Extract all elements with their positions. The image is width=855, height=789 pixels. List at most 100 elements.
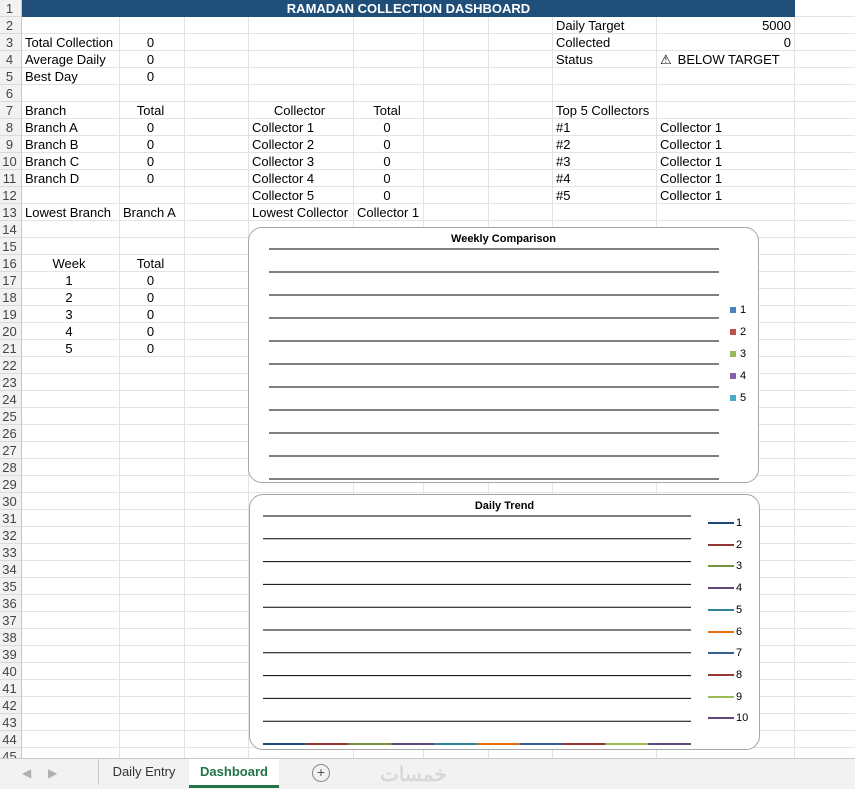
scroll-right-icon[interactable]: ▶ — [48, 766, 57, 780]
tab-dashboard[interactable]: Dashboard — [189, 759, 279, 788]
collector-total[interactable]: 0 — [354, 170, 420, 187]
row-header[interactable]: 16 — [0, 255, 22, 272]
average-daily-label[interactable]: Average Daily — [22, 51, 119, 68]
row-header[interactable]: 45 — [0, 748, 22, 758]
tab-daily-entry[interactable]: Daily Entry — [98, 759, 190, 785]
collector-name[interactable]: Collector 5 — [249, 187, 353, 204]
scroll-left-icon[interactable]: ◀ — [22, 766, 31, 780]
row-header[interactable]: 10 — [0, 153, 22, 170]
daily-trend-chart[interactable]: Daily Trend 1 2 3 4 5 6 7 8 9 10 — [249, 494, 760, 750]
top5-collector[interactable]: Collector 1 — [657, 136, 794, 153]
spreadsheet-grid[interactable]: 1 2 3 4 5 6 7 8 9 10 11 12 13 14 15 16 17 18 19 20 21 22 23 24 2… — [0, 0, 855, 758]
row-header[interactable]: 23 — [0, 374, 22, 391]
collector-header[interactable]: Collector — [249, 102, 350, 119]
row-header[interactable]: 1 — [0, 0, 22, 17]
branch-name[interactable]: Branch D — [22, 170, 119, 187]
row-header[interactable]: 18 — [0, 289, 22, 306]
row-header[interactable]: 9 — [0, 136, 22, 153]
week-total-header[interactable]: Total — [120, 255, 181, 272]
week-header[interactable]: Week — [22, 255, 116, 272]
collector-name[interactable]: Collector 1 — [249, 119, 353, 136]
row-header[interactable]: 41 — [0, 680, 22, 697]
weekly-comparison-chart[interactable]: Weekly Comparison 1 2 3 4 5 — [248, 227, 759, 483]
top5-collector[interactable]: Collector 1 — [657, 153, 794, 170]
week-total[interactable]: 0 — [120, 306, 181, 323]
top5-rank[interactable]: #1 — [553, 119, 656, 136]
top5-rank[interactable]: #4 — [553, 170, 656, 187]
top5-collector[interactable]: Collector 1 — [657, 187, 794, 204]
add-sheet-icon[interactable]: + — [312, 764, 330, 782]
top5-collector[interactable]: Collector 1 — [657, 170, 794, 187]
top5-rank[interactable]: #5 — [553, 187, 656, 204]
collector-total-header[interactable]: Total — [354, 102, 420, 119]
daily-target-value[interactable]: 5000 — [657, 17, 794, 34]
collector-total[interactable]: 0 — [354, 187, 420, 204]
best-day-label[interactable]: Best Day — [22, 68, 119, 85]
branch-total-header[interactable]: Total — [120, 102, 181, 119]
week-number[interactable]: 1 — [22, 272, 116, 289]
collector-total[interactable]: 0 — [354, 153, 420, 170]
row-header[interactable]: 27 — [0, 442, 22, 459]
collector-name[interactable]: Collector 3 — [249, 153, 353, 170]
row-header[interactable]: 37 — [0, 612, 22, 629]
row-header[interactable]: 33 — [0, 544, 22, 561]
collector-total[interactable]: 0 — [354, 136, 420, 153]
lowest-branch-label[interactable]: Lowest Branch — [22, 204, 119, 221]
row-header[interactable]: 7 — [0, 102, 22, 119]
average-daily-value[interactable]: 0 — [120, 51, 181, 68]
row-header[interactable]: 2 — [0, 17, 22, 34]
total-collection-value[interactable]: 0 — [120, 34, 181, 51]
row-header[interactable]: 28 — [0, 459, 22, 476]
week-total[interactable]: 0 — [120, 323, 181, 340]
branch-header[interactable]: Branch — [22, 102, 119, 119]
row-header[interactable]: 3 — [0, 34, 22, 51]
best-day-value[interactable]: 0 — [120, 68, 181, 85]
total-collection-label[interactable]: Total Collection — [22, 34, 119, 51]
branch-name[interactable]: Branch B — [22, 136, 119, 153]
collector-name[interactable]: Collector 2 — [249, 136, 353, 153]
row-header[interactable]: 4 — [0, 51, 22, 68]
collected-value[interactable]: 0 — [657, 34, 794, 51]
week-total[interactable]: 0 — [120, 289, 181, 306]
top5-rank[interactable]: #2 — [553, 136, 656, 153]
row-header[interactable]: 15 — [0, 238, 22, 255]
row-header[interactable]: 6 — [0, 85, 22, 102]
row-header[interactable]: 43 — [0, 714, 22, 731]
collected-label[interactable]: Collected — [553, 34, 656, 51]
top5-rank[interactable]: #3 — [553, 153, 656, 170]
branch-total[interactable]: 0 — [120, 119, 181, 136]
row-header[interactable]: 20 — [0, 323, 22, 340]
row-header[interactable]: 19 — [0, 306, 22, 323]
week-number[interactable]: 2 — [22, 289, 116, 306]
row-header[interactable]: 42 — [0, 697, 22, 714]
row-header[interactable]: 8 — [0, 119, 22, 136]
row-header[interactable]: 17 — [0, 272, 22, 289]
row-header[interactable]: 12 — [0, 187, 22, 204]
status-label[interactable]: Status — [553, 51, 656, 68]
row-header[interactable]: 39 — [0, 646, 22, 663]
row-header[interactable]: 36 — [0, 595, 22, 612]
week-number[interactable]: 3 — [22, 306, 116, 323]
row-header[interactable]: 34 — [0, 561, 22, 578]
branch-name[interactable]: Branch C — [22, 153, 119, 170]
lowest-collector-value[interactable]: Collector 1 — [354, 204, 423, 221]
week-number[interactable]: 5 — [22, 340, 116, 357]
week-total[interactable]: 0 — [120, 340, 181, 357]
row-header[interactable]: 31 — [0, 510, 22, 527]
row-header[interactable]: 14 — [0, 221, 22, 238]
row-header[interactable]: 26 — [0, 425, 22, 442]
branch-name[interactable]: Branch A — [22, 119, 119, 136]
row-header[interactable]: 13 — [0, 204, 22, 221]
status-value-cell[interactable]: ⚠ BELOW TARGET — [657, 51, 794, 68]
row-header[interactable]: 11 — [0, 170, 22, 187]
row-header[interactable]: 24 — [0, 391, 22, 408]
lowest-collector-label[interactable]: Lowest Collector — [249, 204, 353, 221]
row-header[interactable]: 25 — [0, 408, 22, 425]
lowest-branch-value[interactable]: Branch A — [120, 204, 184, 221]
branch-total[interactable]: 0 — [120, 153, 181, 170]
row-header[interactable]: 21 — [0, 340, 22, 357]
week-number[interactable]: 4 — [22, 323, 116, 340]
row-header[interactable]: 32 — [0, 527, 22, 544]
row-header[interactable]: 22 — [0, 357, 22, 374]
row-header[interactable]: 35 — [0, 578, 22, 595]
